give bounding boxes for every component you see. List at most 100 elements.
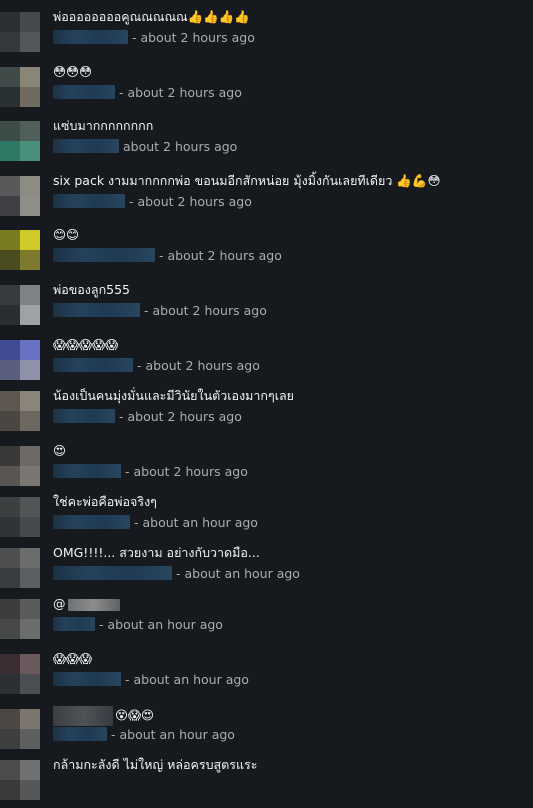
blurred-username[interactable] bbox=[53, 566, 172, 580]
avatar-pixel bbox=[0, 305, 20, 325]
avatar-pixel bbox=[20, 391, 40, 411]
avatar-pixel bbox=[20, 121, 40, 141]
blurred-username[interactable] bbox=[53, 409, 115, 423]
blurred-username[interactable] bbox=[53, 727, 107, 741]
comment-item: กล้ามกะลังดี ไม่ใหญ่ หล่อครบสูตรแระ bbox=[0, 756, 533, 808]
separator: - bbox=[125, 671, 130, 687]
avatar[interactable] bbox=[0, 285, 40, 325]
comment-text: พ่ออออออออคูณณณณณ👍👍👍👍 bbox=[53, 9, 250, 24]
separator: - bbox=[137, 357, 142, 373]
comment-meta: - about an hour ago bbox=[53, 670, 249, 688]
comment-time: about an hour ago bbox=[184, 565, 300, 581]
comment-text: กล้ามกะลังดี ไม่ใหญ่ หล่อครบสูตรแระ bbox=[53, 757, 258, 772]
blurred-mention[interactable] bbox=[67, 598, 120, 611]
comment-time: about 2 hours ago bbox=[133, 463, 248, 479]
avatar-pixel bbox=[20, 729, 40, 749]
comment-item: six pack งามมากกกกพ่อ ขอนมอีกสักหน่อย มุ… bbox=[0, 172, 533, 224]
avatar-pixel bbox=[0, 411, 20, 431]
avatar[interactable] bbox=[0, 497, 40, 537]
comment-time: about 2 hours ago bbox=[127, 84, 242, 100]
avatar[interactable] bbox=[0, 121, 40, 161]
avatar[interactable] bbox=[0, 599, 40, 639]
blurred-username[interactable] bbox=[53, 358, 133, 372]
avatar[interactable] bbox=[0, 12, 40, 52]
avatar-pixel bbox=[0, 285, 20, 305]
blurred-username[interactable] bbox=[53, 85, 115, 99]
comment-meta: - about an hour ago bbox=[53, 564, 300, 582]
comment-item: พ่อของลูก555 - about 2 hours ago bbox=[0, 281, 533, 333]
avatar-pixel bbox=[0, 709, 20, 729]
comment-time: about 2 hours ago bbox=[167, 247, 282, 263]
avatar-pixel bbox=[20, 466, 40, 486]
comment-item: 😱😱😱 - about an hour ago bbox=[0, 650, 533, 702]
avatar-pixel bbox=[0, 141, 20, 161]
avatar[interactable] bbox=[0, 67, 40, 107]
separator: - bbox=[111, 726, 116, 742]
comment-text: แซ่บมากกกกกกกก bbox=[53, 118, 154, 133]
separator: - bbox=[176, 565, 181, 581]
avatar-pixel bbox=[20, 87, 40, 107]
comment-item: 😊😊 - about 2 hours ago bbox=[0, 226, 533, 278]
avatar-pixel bbox=[20, 674, 40, 694]
blurred-username[interactable] bbox=[53, 194, 125, 208]
comment-meta: - about 2 hours ago bbox=[53, 301, 267, 319]
avatar[interactable] bbox=[0, 340, 40, 380]
comment-item: ใช่คะพ่อคือพ่อจริงๆ - about an hour ago bbox=[0, 493, 533, 545]
separator: - bbox=[119, 84, 124, 100]
avatar[interactable] bbox=[0, 548, 40, 588]
blurred-username[interactable] bbox=[53, 617, 95, 631]
comment-meta: - about 2 hours ago bbox=[53, 356, 260, 374]
comment-time: about an hour ago bbox=[119, 726, 235, 742]
comment-meta: - about 2 hours ago bbox=[53, 192, 252, 210]
separator: - bbox=[119, 408, 124, 424]
avatar-pixel bbox=[0, 67, 20, 87]
avatar[interactable] bbox=[0, 230, 40, 270]
avatar-pixel bbox=[0, 729, 20, 749]
avatar[interactable] bbox=[0, 391, 40, 431]
avatar-pixel bbox=[0, 446, 20, 466]
avatar-pixel bbox=[20, 568, 40, 588]
avatar-pixel bbox=[0, 466, 20, 486]
comment-meta: - about an hour ago bbox=[53, 615, 223, 633]
comment-item: 😍 - about 2 hours ago bbox=[0, 442, 533, 494]
avatar-pixel bbox=[0, 360, 20, 380]
comment-text: น้องเป็นคนมุ่งมั่นและมีวินัยในตัวเองมากๆ… bbox=[53, 388, 294, 403]
avatar-pixel bbox=[0, 12, 20, 32]
blurred-username[interactable] bbox=[53, 139, 119, 153]
blurred-mention[interactable] bbox=[53, 706, 113, 726]
avatar[interactable] bbox=[0, 446, 40, 486]
comment-item: 😳😳😳 - about 2 hours ago bbox=[0, 63, 533, 115]
avatar[interactable] bbox=[0, 760, 40, 800]
comment-item: น้องเป็นคนมุ่งมั่นและมีวินัยในตัวเองมากๆ… bbox=[0, 387, 533, 439]
avatar-pixel bbox=[20, 67, 40, 87]
comment-meta: - about 2 hours ago bbox=[53, 246, 282, 264]
comment-text: @ bbox=[53, 596, 124, 612]
avatar-pixel bbox=[0, 599, 20, 619]
blurred-username[interactable] bbox=[53, 30, 128, 44]
blurred-username[interactable] bbox=[53, 672, 121, 686]
comment-text: six pack งามมากกกกพ่อ ขอนมอีกสักหน่อย มุ… bbox=[53, 173, 441, 188]
comment-text: พ่อของลูก555 bbox=[53, 282, 130, 297]
comment-meta: - about 2 hours ago bbox=[53, 83, 242, 101]
avatar-pixel bbox=[0, 780, 20, 800]
separator: - bbox=[144, 302, 149, 318]
avatar-pixel bbox=[20, 360, 40, 380]
avatar-pixel bbox=[20, 760, 40, 780]
comment-item: 😱😱😱😱😱 - about 2 hours ago bbox=[0, 336, 533, 388]
comment-meta: - about 2 hours ago bbox=[53, 407, 242, 425]
blurred-username[interactable] bbox=[53, 515, 130, 529]
separator: - bbox=[159, 247, 164, 263]
avatar-pixel bbox=[0, 32, 20, 52]
comment-text: 😍 bbox=[53, 443, 67, 458]
avatar[interactable] bbox=[0, 176, 40, 216]
blurred-username[interactable] bbox=[53, 248, 155, 262]
blurred-username[interactable] bbox=[53, 303, 140, 317]
avatar[interactable] bbox=[0, 654, 40, 694]
avatar-pixel bbox=[20, 517, 40, 537]
blurred-username[interactable] bbox=[53, 464, 121, 478]
avatar-pixel bbox=[20, 32, 40, 52]
avatar-pixel bbox=[0, 340, 20, 360]
comment-meta: - about an hour ago bbox=[53, 725, 235, 743]
avatar[interactable] bbox=[0, 709, 40, 749]
avatar-pixel bbox=[0, 619, 20, 639]
